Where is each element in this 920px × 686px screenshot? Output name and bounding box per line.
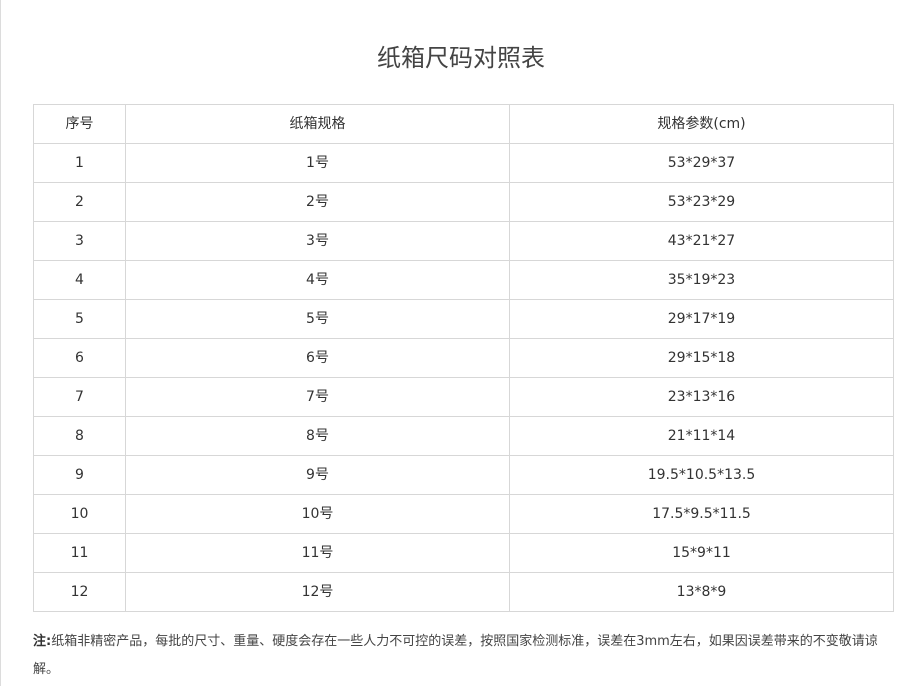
cell-carton-spec: 12号 bbox=[125, 572, 510, 612]
cell-index: 8 bbox=[33, 416, 126, 456]
table-row: 4 4号 35*19*23 bbox=[33, 260, 894, 300]
cell-carton-spec: 10号 bbox=[125, 494, 510, 534]
table-row: 7 7号 23*13*16 bbox=[33, 377, 894, 417]
table-row: 9 9号 19.5*10.5*13.5 bbox=[33, 455, 894, 495]
cell-dimensions: 21*11*14 bbox=[509, 416, 894, 456]
table-row: 5 5号 29*17*19 bbox=[33, 299, 894, 339]
header-index: 序号 bbox=[33, 104, 126, 144]
cell-index: 3 bbox=[33, 221, 126, 261]
cell-dimensions: 35*19*23 bbox=[509, 260, 894, 300]
cell-carton-spec: 7号 bbox=[125, 377, 510, 417]
cell-carton-spec: 2号 bbox=[125, 182, 510, 222]
cell-index: 6 bbox=[33, 338, 126, 378]
table-row: 6 6号 29*15*18 bbox=[33, 338, 894, 378]
note-label: 注: bbox=[33, 634, 52, 649]
cell-dimensions: 29*17*19 bbox=[509, 299, 894, 339]
cell-index: 10 bbox=[33, 494, 126, 534]
cell-carton-spec: 4号 bbox=[125, 260, 510, 300]
table-body: 1 1号 53*29*37 2 2号 53*23*29 3 3号 43*21*27 4 4号 35*1… bbox=[33, 143, 894, 612]
cell-carton-spec: 9号 bbox=[125, 455, 510, 495]
cell-index: 11 bbox=[33, 533, 126, 573]
cell-index: 7 bbox=[33, 377, 126, 417]
note-text: 纸箱非精密产品，每批的尺寸、重量、硬度会存在一些人力不可控的误差，按照国家检测标… bbox=[33, 634, 878, 677]
cell-index: 4 bbox=[33, 260, 126, 300]
cell-dimensions: 17.5*9.5*11.5 bbox=[509, 494, 894, 534]
cell-dimensions: 23*13*16 bbox=[509, 377, 894, 417]
cell-carton-spec: 1号 bbox=[125, 143, 510, 183]
cell-carton-spec: 8号 bbox=[125, 416, 510, 456]
note: 注:纸箱非精密产品，每批的尺寸、重量、硬度会存在一些人力不可控的误差，按照国家检… bbox=[33, 628, 893, 684]
cell-index: 2 bbox=[33, 182, 126, 222]
table-row: 3 3号 43*21*27 bbox=[33, 221, 894, 261]
cell-index: 9 bbox=[33, 455, 126, 495]
cell-dimensions: 15*9*11 bbox=[509, 533, 894, 573]
cell-index: 5 bbox=[33, 299, 126, 339]
table-row: 11 11号 15*9*11 bbox=[33, 533, 894, 573]
table-header-row: 序号 纸箱规格 规格参数(cm) bbox=[33, 104, 894, 144]
cell-dimensions: 53*29*37 bbox=[509, 143, 894, 183]
table-row: 8 8号 21*11*14 bbox=[33, 416, 894, 456]
table-row: 12 12号 13*8*9 bbox=[33, 572, 894, 612]
cell-dimensions: 53*23*29 bbox=[509, 182, 894, 222]
carton-size-table: 序号 纸箱规格 规格参数(cm) 1 1号 53*29*37 2 2号 53*23*29 3… bbox=[33, 104, 894, 612]
cell-carton-spec: 11号 bbox=[125, 533, 510, 573]
page: 纸箱尺码对照表 序号 纸箱规格 规格参数(cm) 1 1号 53*29*37 2 2号 5… bbox=[0, 0, 920, 686]
header-carton-spec: 纸箱规格 bbox=[125, 104, 510, 144]
page-title: 纸箱尺码对照表 bbox=[377, 44, 545, 72]
cell-dimensions: 13*8*9 bbox=[509, 572, 894, 612]
table-row: 2 2号 53*23*29 bbox=[33, 182, 894, 222]
cell-index: 1 bbox=[33, 143, 126, 183]
header-dimensions: 规格参数(cm) bbox=[509, 104, 894, 144]
table-row: 10 10号 17.5*9.5*11.5 bbox=[33, 494, 894, 534]
cell-dimensions: 19.5*10.5*13.5 bbox=[509, 455, 894, 495]
cell-dimensions: 43*21*27 bbox=[509, 221, 894, 261]
cell-carton-spec: 3号 bbox=[125, 221, 510, 261]
cell-carton-spec: 6号 bbox=[125, 338, 510, 378]
cell-carton-spec: 5号 bbox=[125, 299, 510, 339]
cell-dimensions: 29*15*18 bbox=[509, 338, 894, 378]
cell-index: 12 bbox=[33, 572, 126, 612]
table-row: 1 1号 53*29*37 bbox=[33, 143, 894, 183]
